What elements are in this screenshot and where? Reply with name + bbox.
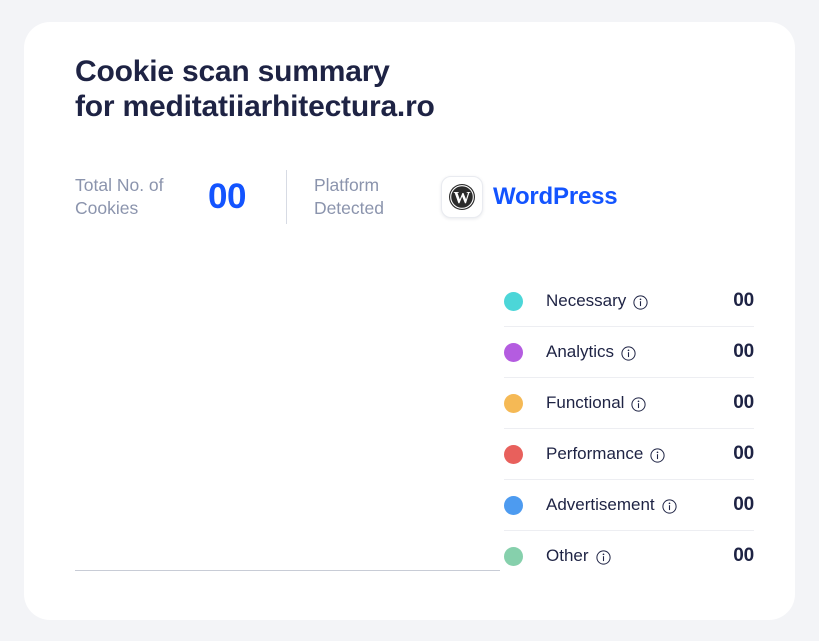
legend-row-necessary[interactable]: Necessary 00 [504, 276, 754, 327]
platform-name: WordPress [492, 183, 618, 210]
legend-color-dot [504, 393, 523, 413]
platform-detected-label-line-2: Detected [313, 198, 384, 218]
info-icon[interactable] [621, 345, 636, 361]
platform-chip: W WordPress [440, 176, 618, 218]
chart-baseline [75, 570, 500, 571]
legend-item-label: Analytics [546, 342, 615, 361]
total-cookies-label-line-2: Cookies [75, 198, 139, 218]
info-icon[interactable] [595, 549, 611, 565]
cookie-category-donut-chart [75, 247, 500, 572]
page-title: Cookie scan summary for meditatiiarhitec… [75, 54, 695, 124]
platform-detected-label-line-1: Platform [313, 175, 380, 195]
legend-item-count: 00 [733, 494, 754, 515]
legend-item-count: 00 [733, 290, 754, 311]
info-icon[interactable] [633, 294, 648, 310]
total-cookies-label: Total No. of Cookies [75, 174, 195, 220]
legend-color-dot [504, 342, 523, 362]
legend-item-count: 00 [733, 341, 754, 362]
legend-item-label: Performance [546, 444, 644, 463]
summary-stats-row: Total No. of Cookies 00 Platform Detecte… [75, 162, 618, 232]
legend-color-dot [504, 444, 523, 464]
platform-detected-label: Platform Detected [314, 174, 422, 220]
svg-text:W: W [453, 188, 470, 207]
legend-row-other[interactable]: Other 00 [504, 531, 754, 581]
legend-color-dot [504, 291, 523, 311]
legend-row-performance[interactable]: Performance 00 [504, 429, 754, 480]
legend-item-label: Advertisement [546, 495, 655, 514]
legend-item-count: 00 [733, 545, 754, 566]
legend-color-dot [504, 546, 523, 566]
info-icon[interactable] [650, 447, 665, 463]
page-title-line-1: Cookie scan summary [75, 55, 390, 88]
total-cookies-value: 00 [208, 177, 246, 216]
cookie-category-legend: Necessary 00 Analytics 00 Functional 00 … [504, 276, 754, 581]
platform-detected-stat: Platform Detected W WordPress [314, 174, 618, 220]
page-title-line-2: for meditatiiarhitectura.ro [75, 90, 435, 123]
info-icon[interactable] [631, 396, 647, 412]
legend-row-advertisement[interactable]: Advertisement 00 [504, 480, 754, 531]
cookie-scan-summary-card: Cookie scan summary for meditatiiarhitec… [24, 22, 795, 620]
info-icon[interactable] [662, 498, 677, 514]
stats-vertical-divider [285, 170, 287, 224]
legend-item-label: Functional [546, 393, 625, 412]
total-cookies-label-line-1: Total No. of [75, 175, 164, 195]
total-cookies-stat: Total No. of Cookies 00 [75, 174, 246, 220]
legend-color-dot [504, 495, 523, 515]
legend-row-analytics[interactable]: Analytics 00 [504, 327, 754, 378]
legend-row-functional[interactable]: Functional 00 [504, 378, 754, 429]
wordpress-icon: W [440, 176, 483, 218]
legend-item-label: Other [546, 546, 589, 565]
legend-item-count: 00 [733, 443, 754, 464]
legend-item-label: Necessary [546, 291, 627, 310]
legend-item-count: 00 [733, 392, 754, 413]
